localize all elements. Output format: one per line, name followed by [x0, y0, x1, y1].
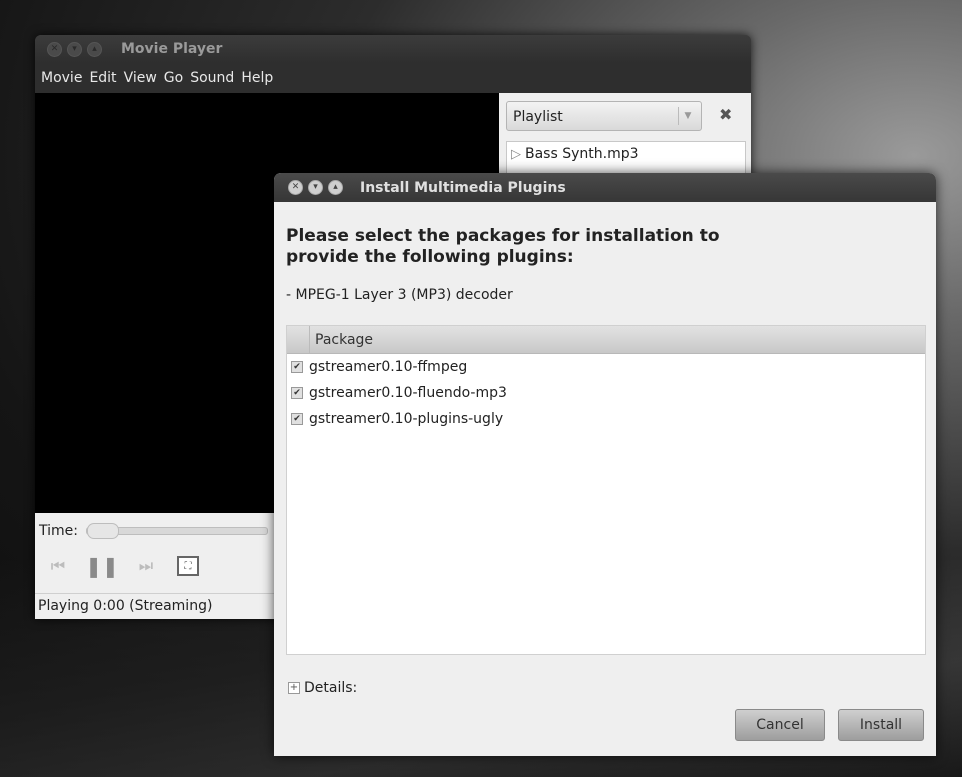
seek-slider[interactable] [85, 523, 268, 539]
playlist-combo-label: Playlist [513, 109, 563, 125]
playlist-item-label: Bass Synth.mp3 [525, 146, 639, 162]
minimize-icon[interactable]: ▾ [308, 180, 323, 195]
table-row[interactable]: ✔ gstreamer0.10-fluendo-mp3 [287, 380, 925, 406]
details-expander[interactable]: + Details: [288, 680, 357, 696]
close-icon[interactable]: ✕ [288, 180, 303, 195]
close-icon[interactable]: ✕ [47, 41, 62, 57]
package-table: Package ✔ gstreamer0.10-ffmpeg ✔ gstream… [286, 325, 926, 655]
menubar: Movie Edit View Go Sound Help [35, 63, 751, 93]
movie-player-titlebar[interactable]: ✕ ▾ ▴ Movie Player [35, 35, 751, 63]
details-label: Details: [304, 680, 358, 696]
package-checkbox[interactable]: ✔ [291, 387, 303, 399]
expand-icon[interactable]: + [288, 682, 300, 694]
playback-controls: ⏮ ❚❚ ⏭ ⛶ [45, 554, 217, 578]
list-item[interactable]: ▷ Bass Synth.mp3 [507, 142, 745, 166]
chevron-down-icon: ▼ [678, 107, 697, 125]
menu-view[interactable]: View [124, 70, 157, 86]
pause-icon[interactable]: ❚❚ [85, 554, 119, 578]
table-row[interactable]: ✔ gstreamer0.10-plugins-ugly [287, 406, 925, 432]
package-name: gstreamer0.10-ffmpeg [309, 359, 468, 375]
dialog-titlebar[interactable]: ✕ ▾ ▴ Install Multimedia Plugins [274, 173, 936, 202]
install-button[interactable]: Install [838, 709, 924, 741]
install-plugins-dialog: ✕ ▾ ▴ Install Multimedia Plugins Please … [274, 173, 936, 756]
package-checkbox[interactable]: ✔ [291, 413, 303, 425]
next-icon[interactable]: ⏭ [133, 555, 159, 577]
plugin-name: - MPEG-1 Layer 3 (MP3) decoder [286, 287, 513, 303]
package-checkbox[interactable]: ✔ [291, 361, 303, 373]
dialog-title: Install Multimedia Plugins [360, 179, 566, 196]
menu-edit[interactable]: Edit [89, 70, 116, 86]
package-name: gstreamer0.10-plugins-ugly [309, 411, 504, 427]
menu-sound[interactable]: Sound [190, 70, 234, 86]
package-name: gstreamer0.10-fluendo-mp3 [309, 385, 507, 401]
column-header-package[interactable]: Package [310, 332, 373, 348]
fullscreen-icon[interactable]: ⛶ [177, 556, 199, 576]
dialog-heading: Please select the packages for installat… [286, 226, 720, 267]
cancel-button[interactable]: Cancel [735, 709, 825, 741]
time-label: Time: [39, 523, 78, 539]
close-sidebar-icon[interactable]: ✖ [719, 105, 732, 124]
playlist-combo[interactable]: Playlist ▼ [506, 101, 702, 131]
minimize-icon[interactable]: ▾ [67, 41, 82, 57]
table-row[interactable]: ✔ gstreamer0.10-ffmpeg [287, 354, 925, 380]
select-column-header[interactable] [287, 326, 310, 353]
previous-icon[interactable]: ⏮ [45, 555, 71, 577]
menu-help[interactable]: Help [241, 70, 273, 86]
package-table-header: Package [287, 326, 925, 354]
window-title: Movie Player [121, 41, 223, 57]
play-icon: ▷ [511, 146, 521, 162]
menu-movie[interactable]: Movie [41, 70, 82, 86]
maximize-icon[interactable]: ▴ [87, 41, 102, 57]
time-row: Time: [39, 523, 268, 539]
menu-go[interactable]: Go [164, 70, 183, 86]
maximize-icon[interactable]: ▴ [328, 180, 343, 195]
seek-slider-thumb[interactable] [86, 523, 119, 539]
